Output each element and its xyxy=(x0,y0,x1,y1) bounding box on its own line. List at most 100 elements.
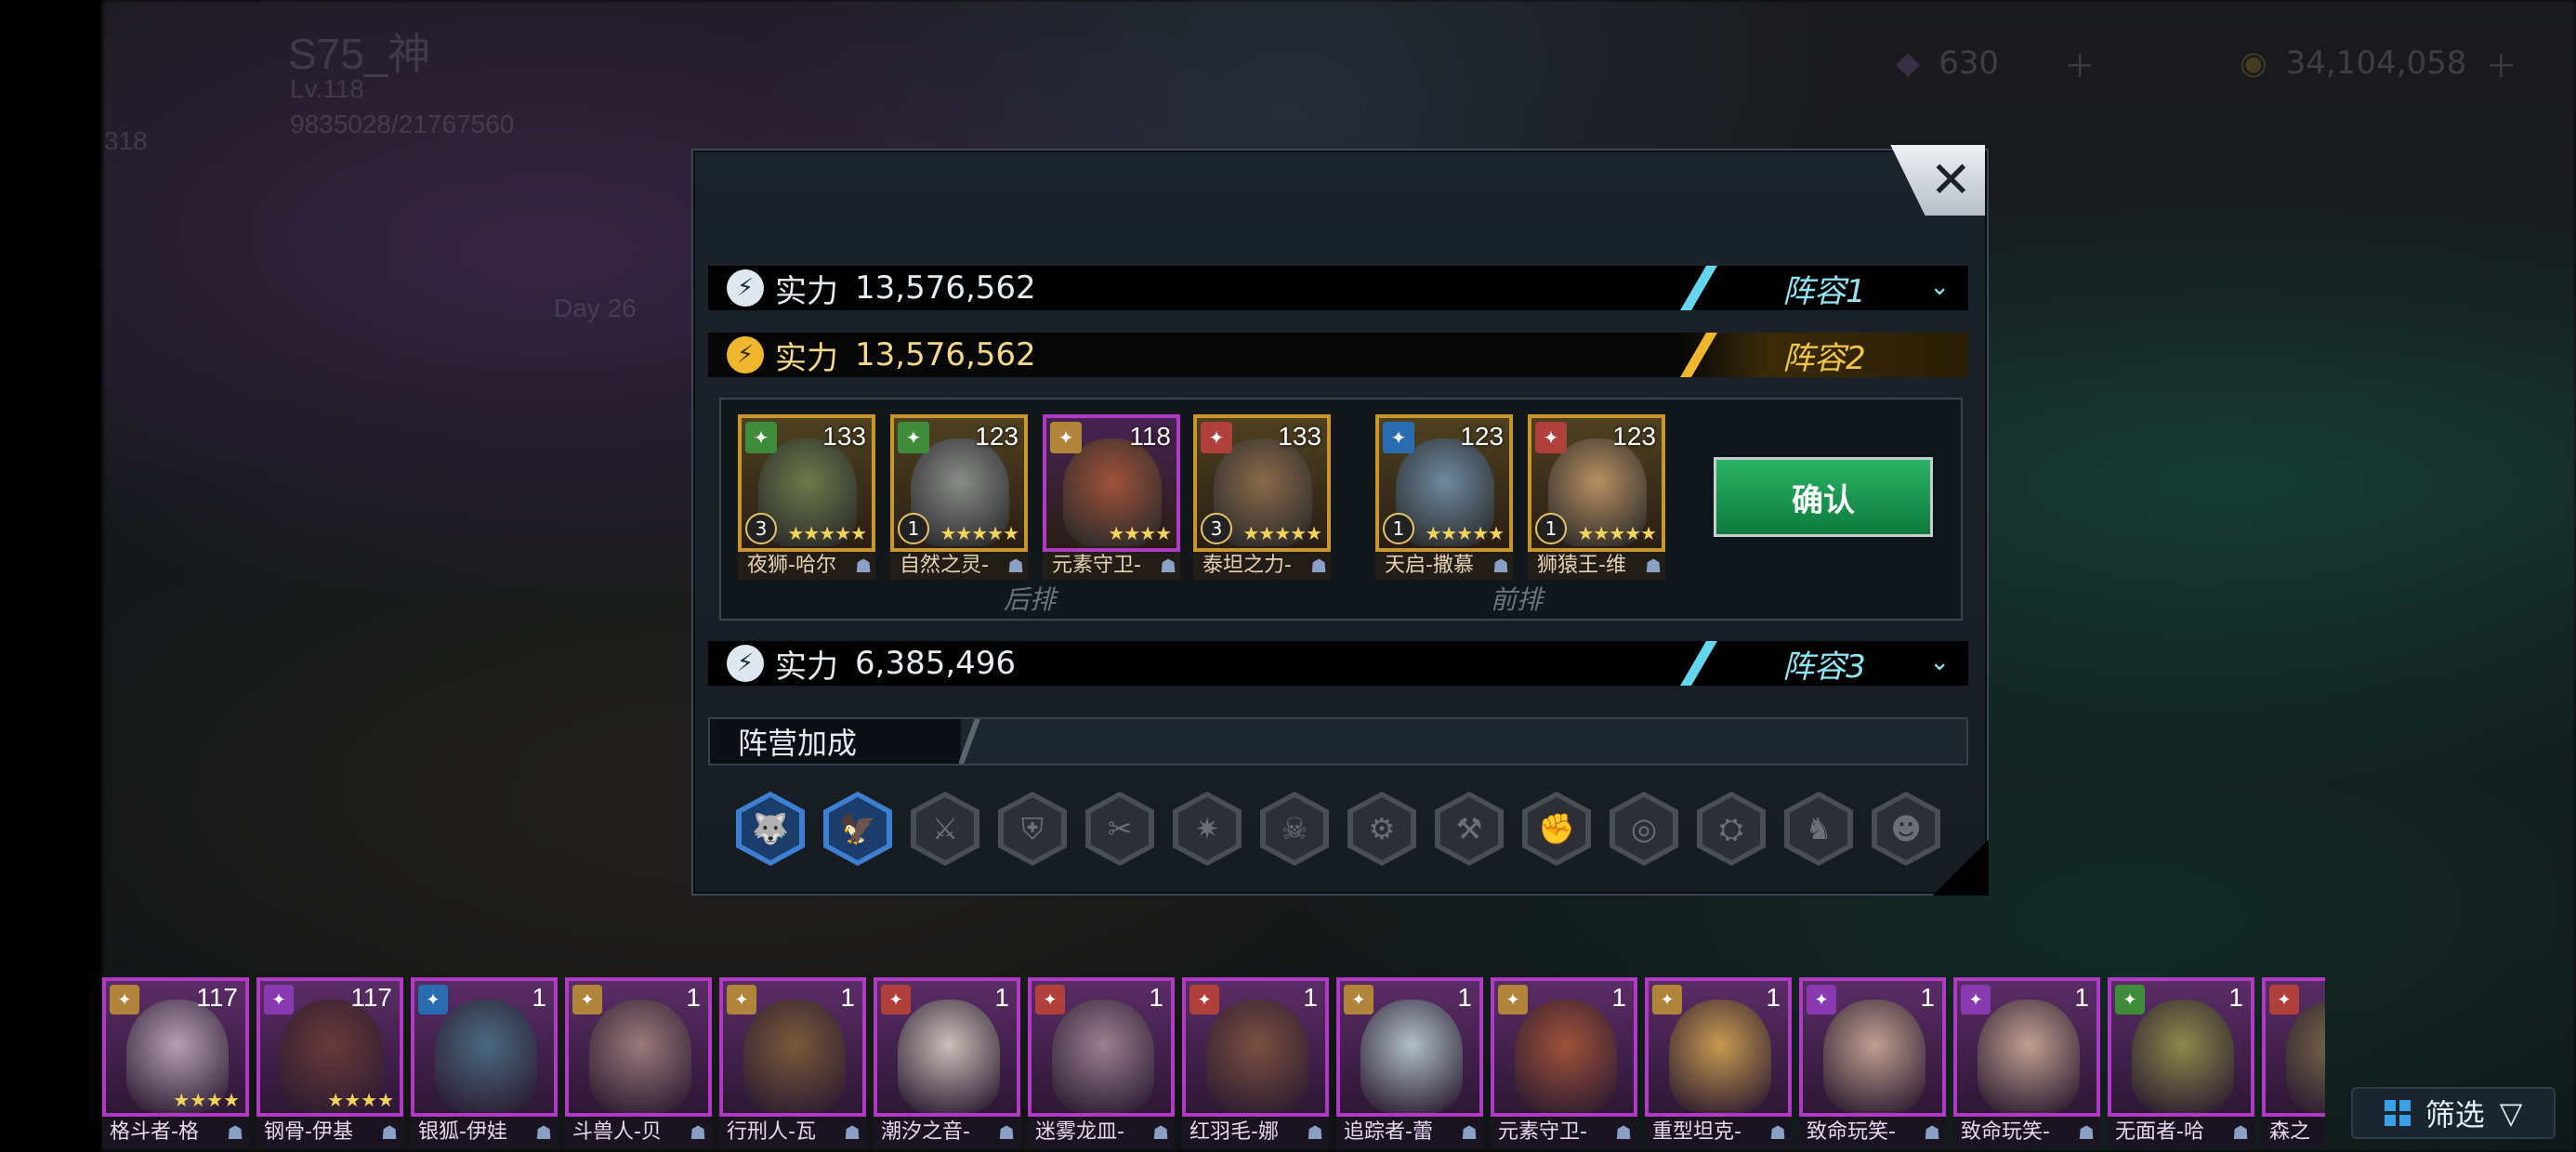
lineup-tab-1[interactable]: 阵容1 xyxy=(1680,266,1968,310)
roster-hero-card[interactable]: ✦ 1 追踪者-蕾 ☗ xyxy=(1336,977,1483,1148)
hero-name: 自然之灵- xyxy=(900,554,989,577)
hero-name-bar: 致命玩笑- ☗ xyxy=(1953,1117,2100,1148)
fist-icon[interactable]: ✊ xyxy=(1522,792,1591,866)
hero-name-bar: 天启-撒慕 ☗ xyxy=(1375,552,1513,580)
hero-portrait: ✦ 1 xyxy=(719,977,866,1117)
class-icon: ☗ xyxy=(1645,555,1662,577)
roster-hero-card[interactable]: ✦ 1 银狐-伊娃 ☗ xyxy=(411,977,558,1148)
hero-level: 1 xyxy=(840,983,855,1012)
filter-label: 筛选 xyxy=(2425,1097,2485,1132)
power-value: 13,576,562 xyxy=(855,336,1036,373)
skull-icon[interactable]: ☠ xyxy=(1260,792,1329,866)
chevron-down-icon[interactable]: ⌄ xyxy=(1929,648,1950,676)
power-value: 13,576,562 xyxy=(855,269,1036,307)
hero-face xyxy=(1823,1000,1925,1113)
raven-icon[interactable]: 🦅 xyxy=(823,792,892,866)
hero-level: 1 xyxy=(2228,983,2243,1012)
hero-portrait: ✦ 123 1 ★★★★★ xyxy=(1375,414,1513,552)
hero-badge: 1 xyxy=(1383,513,1414,544)
hero-name: 致命玩笑- xyxy=(1807,1120,1896,1144)
hero-name: 斗兽人-贝 xyxy=(572,1120,662,1144)
mask-icon[interactable]: ☻ xyxy=(1872,792,1940,866)
roster-hero-card[interactable]: ✦ 1 迷雾龙皿- ☗ xyxy=(1028,977,1175,1148)
class-icon: ☗ xyxy=(1615,1121,1632,1144)
roster-hero-card[interactable]: ✦ 1 无面者-哈 ☗ xyxy=(2108,977,2254,1148)
power-label: 实力 xyxy=(775,339,838,377)
class-icon: ☗ xyxy=(2232,1121,2249,1144)
camp-icon-face: ✷ xyxy=(1178,797,1236,860)
wolf-icon[interactable]: 🐺 xyxy=(736,792,805,866)
roster-hero-card[interactable]: ✦ 1 红羽毛-娜 ☗ xyxy=(1182,977,1329,1148)
axe-icon[interactable]: ⚒ xyxy=(1435,792,1504,866)
hero-roster[interactable]: ✦ 117 ★★★★ 格斗者-格 ☗ ✦ 117 ★★★★ 钢骨-伊基 ☗ ✦ 1 银狐-伊娃 ☗ ✦ 1 斗兽… xyxy=(102,977,2325,1152)
hero-level: 1 xyxy=(1457,983,1472,1012)
lineup-tab-3[interactable]: 阵容3 xyxy=(1680,641,1968,686)
shield-icon[interactable]: ⛨ xyxy=(998,792,1067,866)
mech-icon[interactable]: ⛭ xyxy=(1697,792,1766,866)
hero-stars: ★★★★★ xyxy=(787,522,867,544)
roster-hero-card[interactable]: ✦ 1 斗兽人-贝 ☗ xyxy=(565,977,712,1148)
lineup-tab-2[interactable]: 阵容2 xyxy=(1680,333,1968,377)
roster-hero-card[interactable]: ✦ 117 ★★★★ 钢骨-伊基 ☗ xyxy=(256,977,403,1148)
hero-name-bar: 格斗者-格 ☗ xyxy=(102,1117,249,1148)
class-icon: ☗ xyxy=(1769,1121,1786,1144)
hero-face xyxy=(589,1000,691,1113)
hero-portrait: ✦ 1 xyxy=(1799,977,1946,1117)
lineup-row-2[interactable]: ⚡ 实力 13,576,562 阵容2 xyxy=(708,333,1968,377)
formation-hero-card[interactable]: ✦ 118 ★★★★ 元素守卫- ☗ xyxy=(1043,414,1180,580)
formation-hero-card[interactable]: ✦ 123 1 ★★★★★ 天启-撒慕 ☗ xyxy=(1375,414,1513,580)
hero-name: 银狐-伊娃 xyxy=(418,1120,507,1144)
roster-hero-card[interactable]: ✦ 1 潮汐之音- ☗ xyxy=(874,977,1020,1148)
formation-hero-card[interactable]: ✦ 133 3 ★★★★★ 泰坦之力- ☗ xyxy=(1193,414,1331,580)
formation-hero-card[interactable]: ✦ 133 3 ★★★★★ 夜狮-哈尔 ☗ xyxy=(738,414,875,580)
roster-hero-card[interactable]: ✦ 1 重型坦克- ☗ xyxy=(1645,977,1792,1148)
hero-badge: 3 xyxy=(1201,513,1232,544)
formation-hero-card[interactable]: ✦ 123 1 ★★★★★ 狮猿王-维 ☗ xyxy=(1528,414,1665,580)
spiral-icon[interactable]: ◎ xyxy=(1610,792,1678,866)
camp-icon-face: ⚔ xyxy=(916,797,974,860)
hero-name: 行刑人-瓦 xyxy=(727,1120,816,1144)
class-icon: ☗ xyxy=(1152,1121,1169,1144)
chevron-down-icon[interactable]: ⌄ xyxy=(1929,273,1950,301)
formation-hero-card[interactable]: ✦ 123 1 ★★★★★ 自然之灵- ☗ xyxy=(890,414,1028,580)
faction-icon: ✦ xyxy=(572,985,602,1015)
hero-name-bar: 无面者-哈 ☗ xyxy=(2108,1117,2254,1148)
filter-arrow-icon: ▽ xyxy=(2499,1095,2523,1131)
hero-name: 致命玩笑- xyxy=(1961,1120,2050,1144)
camp-icon-face: ☻ xyxy=(1877,797,1935,860)
roster-hero-card[interactable]: ✦ 森之☗ xyxy=(2262,977,2325,1148)
confirm-button[interactable]: 确认 xyxy=(1714,457,1933,537)
hero-portrait: ✦ 1 xyxy=(1953,977,2100,1117)
class-icon: ☗ xyxy=(1307,1121,1323,1144)
hero-face xyxy=(1052,1000,1154,1113)
hero-face xyxy=(1206,1000,1308,1113)
grid-icon xyxy=(2384,1100,2411,1126)
roster-hero-card[interactable]: ✦ 117 ★★★★ 格斗者-格 ☗ xyxy=(102,977,249,1148)
camp-bonus-divider xyxy=(959,719,981,764)
hero-level: 1 xyxy=(2074,983,2089,1012)
spike-icon[interactable]: ✷ xyxy=(1173,792,1242,866)
hero-name-bar: 夜狮-哈尔 ☗ xyxy=(738,552,875,580)
hero-portrait: ✦ 117 ★★★★ xyxy=(102,977,249,1117)
faction-icon: ✦ xyxy=(1535,422,1567,453)
hero-level: 123 xyxy=(1612,422,1656,451)
camp-icon-face: ⚒ xyxy=(1440,797,1498,860)
roster-hero-card[interactable]: ✦ 1 致命玩笑- ☗ xyxy=(1799,977,1946,1148)
hero-face xyxy=(1515,1000,1617,1113)
lineup-row-3[interactable]: ⚡ 实力 6,385,496 阵容3 ⌄ xyxy=(708,641,1968,686)
filter-button[interactable]: 筛选 ▽ xyxy=(2351,1087,2556,1139)
faction-icon: ✦ xyxy=(1050,422,1082,453)
hero-face xyxy=(1978,1000,2080,1113)
gear-icon[interactable]: ⚙ xyxy=(1347,792,1416,866)
roster-hero-card[interactable]: ✦ 1 致命玩笑- ☗ xyxy=(1953,977,2100,1148)
lineup-row-1[interactable]: ⚡ 实力 13,576,562 阵容1 ⌄ xyxy=(708,266,1968,310)
beast-icon[interactable]: ♞ xyxy=(1784,792,1853,866)
hero-name: 泰坦之力- xyxy=(1203,554,1292,577)
hero-stars: ★★★★ xyxy=(173,1089,240,1111)
claw-icon[interactable]: ⚔ xyxy=(911,792,979,866)
power-value: 6,385,496 xyxy=(855,645,1017,682)
roster-hero-card[interactable]: ✦ 1 元素守卫- ☗ xyxy=(1491,977,1637,1148)
class-icon: ☗ xyxy=(690,1121,706,1144)
blade-icon[interactable]: ✂ xyxy=(1085,792,1154,866)
roster-hero-card[interactable]: ✦ 1 行刑人-瓦 ☗ xyxy=(719,977,866,1148)
